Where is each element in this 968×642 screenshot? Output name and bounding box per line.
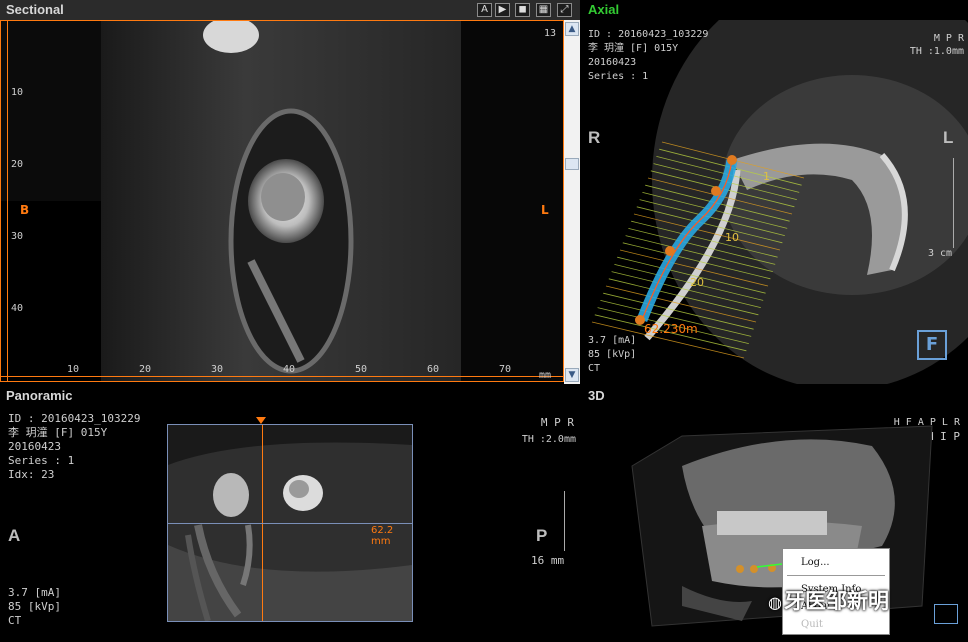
sectional-x-ruler xyxy=(1,376,563,381)
view3d-title: 3D xyxy=(582,386,968,406)
sectional-ct-image xyxy=(1,21,563,381)
axial-mode: M P R xyxy=(933,33,964,44)
view3d-orientation-cube-icon[interactable] xyxy=(934,604,958,624)
panoramic-panel: Panoramic ID : 20160423_103229 李 玥潼 [F] … xyxy=(0,386,580,642)
cross-section-line xyxy=(608,278,759,316)
study-date: 20160423 xyxy=(588,57,637,68)
scroll-up-arrow-icon[interactable]: ▲ xyxy=(565,22,579,36)
sectional-x-tick: 40 xyxy=(283,364,296,375)
cross-section-line xyxy=(628,228,776,265)
curve-label: 10 xyxy=(725,231,739,244)
orientation-letter: F xyxy=(925,334,939,355)
toolbar-layout-button[interactable]: ▦ xyxy=(536,3,551,17)
watermark-text: 牙医邹新明 xyxy=(783,589,889,613)
scroll-thumb[interactable] xyxy=(565,158,579,170)
scroll-down-arrow-icon[interactable]: ▼ xyxy=(565,368,579,382)
curve-label: 1 xyxy=(763,170,770,183)
axial-label-left: R xyxy=(588,128,601,147)
sectional-label-left: B xyxy=(20,203,30,217)
sectional-label-right: L xyxy=(541,203,549,217)
menu-item-quit[interactable]: Quit xyxy=(801,619,823,630)
modality: CT xyxy=(588,363,601,374)
panoramic-depth: 16 mm xyxy=(531,554,565,567)
menu-separator xyxy=(787,575,885,576)
panoramic-patient-info: ID : 20160423_103229 李 玥潼 [F] 015Y 20160… xyxy=(8,412,140,482)
cross-section-line xyxy=(631,220,778,258)
series-number: Series : 1 xyxy=(8,454,75,467)
sectional-x-tick: 60 xyxy=(427,364,440,375)
sectional-x-tick: 70 xyxy=(499,364,512,375)
sectional-x-tick: 30 xyxy=(211,364,224,375)
toolbar-annotate-button[interactable]: A xyxy=(477,3,492,17)
sectional-x-tick: 20 xyxy=(139,364,152,375)
curve-label: 20 xyxy=(690,276,704,289)
cursor-marker-icon[interactable] xyxy=(256,417,266,424)
sectional-x-unit: mm xyxy=(539,370,552,381)
panoramic-mode: M P R xyxy=(540,416,574,429)
axial-scale-label: 3 cm xyxy=(928,248,953,259)
axial-patient-info: ID : 20160423_103229 李 玥潼 [F] 015Y 20160… xyxy=(588,28,708,84)
cross-section-lines xyxy=(591,141,805,359)
cross-section-line xyxy=(614,264,764,301)
tube-voltage: 85 [kVp] xyxy=(588,349,637,360)
sectional-x-tick: 50 xyxy=(355,364,368,375)
cross-section-line xyxy=(611,271,761,308)
sectional-x-tick: 10 xyxy=(67,364,80,375)
watermark: ◍牙医邹新明 xyxy=(768,585,889,615)
patient-name: 李 玥潼 [F] 015Y xyxy=(8,426,108,439)
cross-section-line xyxy=(625,235,773,272)
axial-measurement: 62.230m xyxy=(644,322,698,336)
wechat-icon: ◍ xyxy=(768,593,782,612)
panoramic-viewport[interactable]: 62.2 mm xyxy=(167,424,413,622)
toolbar-capture-button[interactable]: ◼ xyxy=(515,3,530,17)
toolbar-play-button[interactable]: ▶ xyxy=(495,3,510,17)
axial-thickness: TH :1.0mm xyxy=(909,46,964,57)
panoramic-label-right: P xyxy=(536,526,548,545)
series-number: Series : 1 xyxy=(588,71,649,82)
sectional-scrollbar[interactable]: ▲ ▼ xyxy=(564,20,580,384)
toolbar-maximize-button[interactable]: ⤢ xyxy=(557,3,572,17)
cross-section-line xyxy=(605,285,757,323)
axial-title: Axial xyxy=(582,0,968,20)
axial-scale-bar xyxy=(947,158,954,248)
study-date: 20160423 xyxy=(8,440,61,453)
tube-current: 3.7 [mA] xyxy=(588,335,637,346)
sectional-y-tick: 10 xyxy=(11,87,24,98)
image-index: Idx: 23 xyxy=(8,468,55,481)
menu-item-log[interactable]: Log... xyxy=(801,557,830,568)
sectional-viewport[interactable]: 10 20 30 40 10 20 30 40 50 60 70 mm 13 B… xyxy=(0,20,564,382)
modality: CT xyxy=(8,614,22,627)
sectional-y-tick: 20 xyxy=(11,159,24,170)
panoramic-label-left: A xyxy=(8,526,21,545)
patient-name: 李 玥潼 [F] 015Y xyxy=(588,43,679,54)
sectional-y-tick: 30 xyxy=(11,231,24,242)
cross-section-line xyxy=(622,242,771,280)
panoramic-measurement: 62.2 mm xyxy=(371,525,394,547)
slice-number: 13 xyxy=(544,28,557,39)
axial-panel: Axial ID : 20160423_103229 李 玥潼 [F] 015Y… xyxy=(582,0,968,384)
panoramic-title: Panoramic xyxy=(0,386,580,406)
axial-tech-info: 3.7 [mA] 85 [kVp] CT xyxy=(588,334,636,376)
patient-id: ID : 20160423_103229 xyxy=(8,412,141,425)
tube-current: 3.7 [mA] xyxy=(8,586,61,599)
panoramic-thickness: TH :2.0mm xyxy=(521,434,576,445)
panoramic-tech-info: 3.7 [mA] 85 [kVp] CT xyxy=(8,586,61,628)
sectional-y-tick: 40 xyxy=(11,303,24,314)
panoramic-horizontal-cursor[interactable] xyxy=(168,523,412,524)
panoramic-scale-bar xyxy=(556,491,565,551)
axial-label-right: L xyxy=(943,128,954,147)
sectional-title: Sectional xyxy=(0,0,580,20)
sectional-y-ruler xyxy=(1,21,8,381)
patient-id: ID : 20160423_103229 xyxy=(588,29,709,40)
curve-point[interactable] xyxy=(711,186,721,196)
curve-point[interactable] xyxy=(665,246,675,256)
orientation-cube-icon[interactable]: F xyxy=(917,330,947,360)
sectional-panel: Sectional A ▶ ◼ ▦ ⤢ 10 20 30 40 10 20 30… xyxy=(0,0,580,384)
tube-voltage: 85 [kVp] xyxy=(8,600,61,613)
curve-point[interactable] xyxy=(727,155,737,165)
